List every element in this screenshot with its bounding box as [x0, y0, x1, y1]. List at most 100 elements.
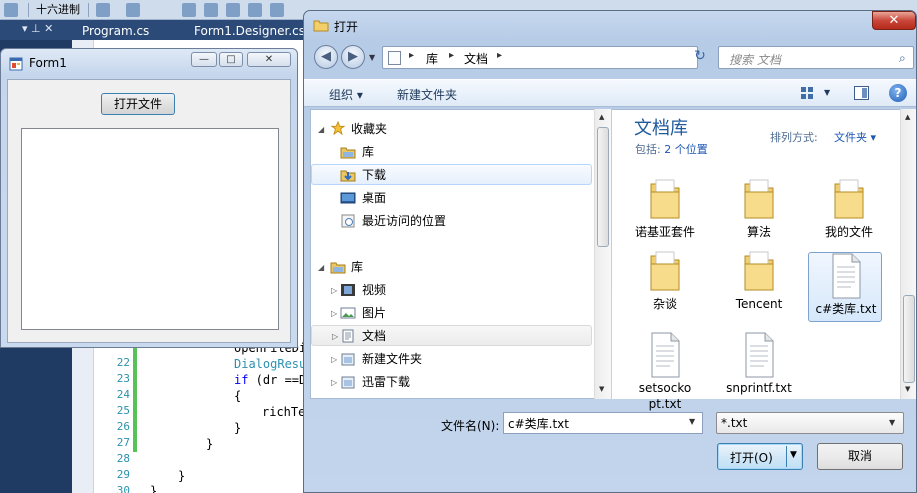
breadcrumb-separator[interactable]: ▸: [497, 50, 502, 61]
code-text: (dr ==D: [248, 373, 307, 387]
file-name: Tencent: [735, 297, 783, 311]
tree-item-desktop[interactable]: 桌面: [311, 188, 592, 209]
panel-pin-icons[interactable]: ▾ ⊥ ✕: [22, 22, 53, 35]
toolbar-icon[interactable]: [4, 3, 18, 17]
tree-item-videos[interactable]: ▷ 视频: [311, 280, 592, 301]
filename-history-dropdown-icon[interactable]: ▼: [689, 417, 695, 426]
tree-item-recent-places[interactable]: 最近访问的位置: [311, 211, 592, 232]
scroll-up-arrow-icon[interactable]: ▲: [599, 113, 604, 121]
tree-item-documents[interactable]: ▷ 文档: [311, 325, 592, 346]
search-box[interactable]: 搜索 文档 ⌕: [718, 46, 914, 69]
tree-label: 收藏夹: [351, 122, 388, 136]
file-item-misc[interactable]: 杂谈: [628, 248, 702, 318]
toolbar-icon[interactable]: [96, 3, 110, 17]
cancel-button[interactable]: 取消: [817, 443, 903, 470]
file-item-algorithms[interactable]: 算法: [722, 176, 796, 246]
chevron-down-icon[interactable]: ▼: [889, 418, 895, 427]
breadcrumb-separator[interactable]: ▸: [449, 50, 454, 61]
open-options-dropdown-icon[interactable]: ▼: [790, 450, 797, 460]
folder-icon: [650, 251, 680, 291]
toolbar-icon[interactable]: [226, 3, 240, 17]
includes-locations-link[interactable]: 2 个位置: [664, 143, 708, 156]
expand-arrow-icon[interactable]: ▷: [331, 372, 337, 393]
open-button[interactable]: 打开(O) ▼: [717, 443, 803, 470]
close-button[interactable]: ✕: [247, 52, 291, 67]
file-item-snprintf-txt[interactable]: snprintf.txt: [722, 332, 796, 402]
file-item-setsockopt-txt[interactable]: setsockopt.txt: [628, 332, 702, 411]
maximize-button[interactable]: □: [219, 52, 243, 67]
tree-item-new-folder[interactable]: ▷ 新建文件夹: [311, 349, 592, 370]
minimize-button[interactable]: —: [191, 52, 217, 67]
tab-program-cs[interactable]: Program.cs: [76, 22, 155, 40]
scroll-up-arrow-icon[interactable]: ▲: [905, 113, 910, 121]
new-folder-button[interactable]: 新建文件夹: [397, 86, 457, 103]
navigation-tree[interactable]: ◢ 收藏夹 库 下载 桌面 最近访问的位置 ◢ 库 ▷ 视频 ▷ 图片 ▷ 文档…: [310, 109, 600, 399]
scroll-down-arrow-icon[interactable]: ▼: [905, 385, 910, 393]
dialog-titlebar[interactable]: 打开 ✕: [304, 11, 916, 39]
toolbar-icon[interactable]: [248, 3, 262, 17]
tab-form1-designer-cs[interactable]: Form1.Designer.cs: [188, 22, 311, 40]
file-list-pane[interactable]: 文档库 包括: 2 个位置 排列方式: 文件夹 ▾ 诺基亚套件 算法 我的文件: [612, 109, 916, 411]
toolbar-icon[interactable]: [126, 3, 140, 17]
form1-titlebar[interactable]: Form1 — □ ✕: [1, 49, 297, 77]
breadcrumb-documents[interactable]: 文档: [464, 50, 488, 67]
help-icon[interactable]: ?: [889, 84, 907, 102]
documents-library-icon: [342, 329, 354, 343]
view-options-dropdown-icon[interactable]: ▼: [824, 88, 830, 97]
tree-item-thunder-downloads[interactable]: ▷ 迅雷下载: [311, 372, 592, 393]
breadcrumb-libraries[interactable]: 库: [426, 50, 438, 67]
file-item-csharp-library-txt[interactable]: c#类库.txt: [808, 252, 882, 322]
expand-arrow-icon[interactable]: ▷: [332, 326, 338, 347]
file-item-nokia-suite[interactable]: 诺基亚套件: [628, 176, 702, 246]
forward-button[interactable]: ▶: [341, 45, 365, 69]
filename-input[interactable]: [508, 415, 678, 431]
tree-item-downloads[interactable]: 下载: [311, 164, 592, 185]
filename-label: 文件名(N):: [441, 419, 500, 433]
tree-item-libraries[interactable]: 库: [311, 142, 592, 163]
expand-arrow-icon[interactable]: ▷: [331, 303, 337, 324]
code-line: DialogResu: [234, 357, 307, 371]
line-number: 29: [116, 468, 130, 481]
open-file-button[interactable]: 打开文件: [101, 93, 175, 115]
address-bar[interactable]: ▸ 库 ▸ 文档 ▸ ▼: [382, 46, 759, 69]
code-keyword: if: [234, 373, 249, 387]
line-number: 30: [116, 484, 130, 493]
change-view-icon[interactable]: [800, 86, 814, 100]
collapse-arrow-icon[interactable]: ◢: [318, 119, 324, 140]
file-name: c#类库.txt: [815, 302, 877, 316]
filename-combobox[interactable]: ▼: [503, 412, 703, 434]
organize-menu[interactable]: 组织 ▾: [329, 86, 363, 103]
toolbar-icon[interactable]: [270, 3, 284, 17]
toolbar-icon[interactable]: [182, 3, 196, 17]
tree-favorites-header[interactable]: ◢ 收藏夹: [311, 119, 592, 140]
toolbar-icon[interactable]: [204, 3, 218, 17]
breadcrumb-separator[interactable]: ▸: [409, 50, 414, 61]
scrollbar-thumb[interactable]: [597, 127, 609, 247]
code-line: {: [234, 389, 242, 403]
line-number: 28: [116, 452, 130, 465]
scroll-down-arrow-icon[interactable]: ▼: [599, 385, 604, 393]
hex-button[interactable]: 十六进制: [36, 2, 80, 18]
expand-arrow-icon[interactable]: ▷: [331, 280, 337, 301]
file-item-tencent[interactable]: Tencent: [722, 248, 796, 318]
tree-item-pictures[interactable]: ▷ 图片: [311, 303, 592, 324]
search-icon[interactable]: ⌕: [899, 51, 906, 66]
file-type-filter[interactable]: *.txt ▼: [716, 412, 904, 434]
collapse-arrow-icon[interactable]: ◢: [318, 257, 324, 278]
recent-locations-dropdown-icon[interactable]: ▼: [369, 53, 375, 62]
change-indicator: [133, 340, 137, 452]
arrange-by-dropdown[interactable]: 文件夹 ▾: [834, 129, 876, 145]
file-item-my-files[interactable]: 我的文件: [812, 176, 886, 246]
tree-scrollbar[interactable]: ▲ ▼: [594, 109, 611, 399]
back-button[interactable]: ◀: [314, 45, 338, 69]
dialog-close-button[interactable]: ✕: [872, 11, 916, 30]
tree-label: 最近访问的位置: [362, 214, 447, 228]
line-number: 23: [116, 372, 130, 385]
scrollbar-thumb[interactable]: [903, 295, 915, 383]
preview-pane-icon[interactable]: [854, 86, 869, 100]
expand-arrow-icon[interactable]: ▷: [331, 349, 337, 370]
tree-libraries-header[interactable]: ◢ 库: [311, 257, 592, 278]
refresh-icon[interactable]: ↻: [687, 46, 713, 67]
rich-text-box[interactable]: [21, 128, 279, 330]
file-list-scrollbar[interactable]: ▲ ▼: [900, 109, 916, 399]
